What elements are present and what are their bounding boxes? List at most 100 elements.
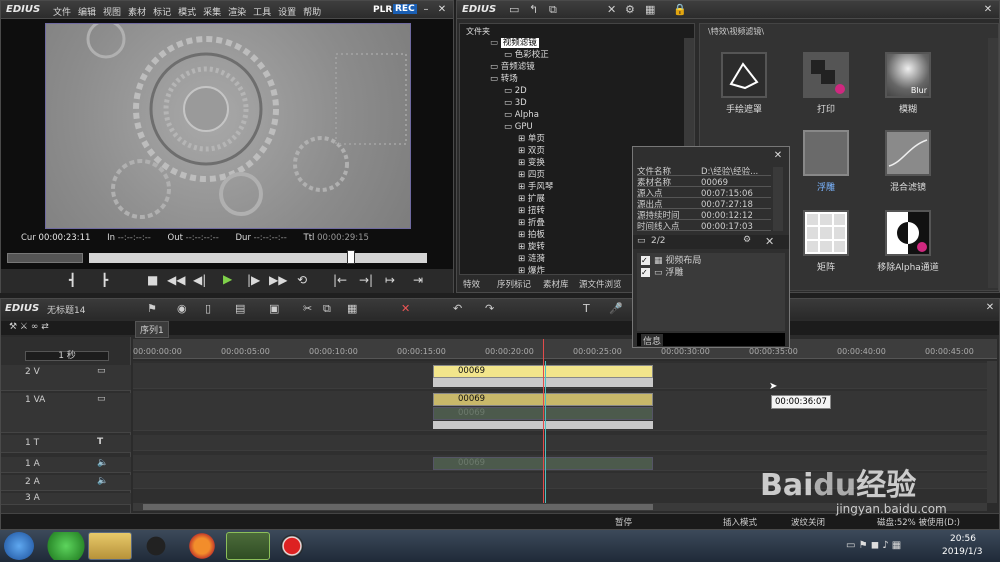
tree-item-alpha[interactable]: ▭ Alpha: [504, 110, 539, 121]
fast-forward-icon[interactable]: ▶▶: [269, 273, 287, 287]
taskbar-recorder[interactable]: [270, 532, 314, 560]
checkbox[interactable]: ✓: [641, 256, 650, 265]
track-lock-icon[interactable]: ▭: [97, 366, 106, 376]
capture-icon[interactable]: ◉: [177, 302, 187, 315]
rec-toggle[interactable]: REC: [393, 4, 417, 14]
loop-icon[interactable]: ⟲: [297, 273, 307, 287]
timeline-ruler[interactable]: 00:00:00:00 00:00:05:00 00:00:10:00 00:0…: [133, 339, 997, 359]
menu-help[interactable]: 帮助: [303, 8, 321, 18]
track-header-1va[interactable]: 1 VA ▭: [1, 393, 131, 433]
scrubber-track[interactable]: [89, 253, 427, 263]
effect-matrix[interactable]: 矩阵: [782, 210, 870, 273]
clock-time[interactable]: 20:56: [950, 534, 976, 544]
tab-effects[interactable]: 特效: [463, 278, 480, 290]
track-header-1t[interactable]: 1 TT: [1, 435, 131, 453]
menu-tools[interactable]: 工具: [253, 8, 271, 18]
track-1t[interactable]: [133, 435, 987, 451]
minimize-icon[interactable]: –: [419, 3, 433, 16]
tray-icons[interactable]: ▭ ⚑ ◼ ♪ ▦: [846, 540, 901, 551]
menu-clip[interactable]: 素材: [128, 8, 146, 18]
scale-control[interactable]: 1 秒: [25, 351, 109, 361]
tree-item-quad-page[interactable]: ⊞ 四页: [518, 170, 545, 181]
tab-sequence-1[interactable]: 序列1: [135, 321, 169, 338]
menu-capture[interactable]: 采集: [203, 8, 221, 18]
shuttle-bar[interactable]: [7, 253, 83, 263]
info-scrollbar[interactable]: [773, 167, 783, 231]
start-button[interactable]: [4, 532, 34, 560]
folder-icon[interactable]: ▭: [509, 3, 519, 16]
mark-in-icon[interactable]: ┫: [69, 273, 76, 287]
tree-item-twist[interactable]: ⊞ 扭转: [518, 206, 545, 217]
tree-item-fold[interactable]: ⊞ 折叠: [518, 218, 545, 229]
track-header-2a[interactable]: 2 A 🔈: [1, 475, 131, 491]
redo-icon[interactable]: ↷: [485, 302, 494, 315]
tree-item-expand[interactable]: ⊞ 扩展: [518, 194, 545, 205]
scrubber-handle[interactable]: [347, 250, 355, 264]
taskbar-app-green[interactable]: [44, 532, 88, 560]
effect-hand-drawn-mask[interactable]: 手绘遮罩: [700, 52, 788, 115]
track-lock-icon[interactable]: ▭: [97, 394, 106, 404]
effect-print[interactable]: 打印: [782, 52, 870, 115]
tree-item-color-correction[interactable]: ▭ 色彩校正: [504, 50, 549, 61]
lock-icon[interactable]: 🔒: [673, 3, 687, 16]
tree-item-3d[interactable]: ▭ 3D: [504, 98, 527, 109]
menu-mode[interactable]: 模式: [178, 8, 196, 18]
filter-item-video-layout[interactable]: ✓ ▦ 视频布局: [637, 255, 785, 267]
menu-file[interactable]: 文件: [53, 8, 71, 18]
step-forward-icon[interactable]: |▶: [247, 273, 260, 287]
filter-delete-icon[interactable]: ✕: [765, 235, 774, 248]
effect-emboss[interactable]: 浮雕: [782, 130, 870, 193]
step-back-icon[interactable]: ◀|: [193, 273, 206, 287]
tree-item-double-page[interactable]: ⊞ 双页: [518, 146, 545, 157]
tree-item-2d[interactable]: ▭ 2D: [504, 86, 527, 97]
stop-icon[interactable]: ■: [147, 273, 158, 287]
copy-icon[interactable]: ⧉: [549, 3, 557, 17]
tree-item-explode[interactable]: ⊞ 爆炸: [518, 266, 545, 274]
audio-record-icon[interactable]: 🎤: [609, 302, 623, 315]
effects-close-icon[interactable]: ✕: [981, 3, 995, 16]
tab-bin[interactable]: 素材库: [543, 278, 569, 290]
close-icon[interactable]: ✕: [435, 3, 449, 16]
track-header-3a[interactable]: 3 A: [1, 493, 131, 505]
track-header-2v[interactable]: 2 V ▭: [1, 365, 131, 391]
menu-view[interactable]: 视图: [103, 8, 121, 18]
info-close-icon[interactable]: ✕: [771, 149, 785, 162]
tree-item-rotate[interactable]: ⊞ 旋转: [518, 242, 545, 253]
taskbar-explorer[interactable]: [88, 532, 132, 560]
tree-item-ripple[interactable]: ⊞ 涟漪: [518, 254, 545, 265]
speaker-icon[interactable]: 🔈: [97, 458, 108, 468]
tree-item-gpu[interactable]: ▭ GPU: [504, 122, 533, 133]
taskbar-qq[interactable]: [134, 532, 178, 560]
playhead[interactable]: [543, 339, 544, 503]
tree-item-transform[interactable]: ⊞ 变换: [518, 158, 545, 169]
effect-grid-scrollbar[interactable]: [988, 38, 998, 288]
mark-out-icon[interactable]: ┣: [101, 273, 108, 287]
tree-item-audio-filters[interactable]: ▭ 音频滤镜: [490, 62, 535, 73]
new-file-icon[interactable]: ▯: [205, 302, 211, 315]
taskbar-edius[interactable]: [226, 532, 270, 560]
insert-to-timeline-icon[interactable]: |←: [333, 273, 347, 287]
menu-edit[interactable]: 编辑: [78, 8, 96, 18]
text-tool-icon[interactable]: T: [583, 302, 590, 315]
timeline-close-icon[interactable]: ✕: [983, 301, 997, 314]
copy-icon[interactable]: ⧉: [323, 302, 331, 316]
replace-icon[interactable]: ↦: [385, 273, 395, 287]
open-icon[interactable]: ▤: [235, 302, 245, 315]
status-insert-mode[interactable]: 插入模式: [723, 516, 757, 528]
cut-icon[interactable]: ✂: [303, 302, 312, 315]
settings-icon[interactable]: ⚙: [625, 3, 635, 16]
paste-icon[interactable]: ▦: [347, 302, 357, 315]
tree-item-clapper[interactable]: ⊞ 拍板: [518, 230, 545, 241]
undo-icon[interactable]: ↶: [453, 302, 462, 315]
tracks-scrollbar[interactable]: [987, 361, 997, 503]
speaker-icon[interactable]: 🔈: [97, 476, 108, 486]
effect-remove-alpha[interactable]: 移除Alpha通道: [864, 210, 952, 273]
filter-settings-icon[interactable]: ⚙: [743, 235, 751, 245]
save-icon[interactable]: ▣: [269, 302, 279, 315]
effect-blur[interactable]: Blur 模糊: [864, 52, 952, 115]
up-folder-icon[interactable]: ↰: [529, 3, 538, 16]
new-sequence-icon[interactable]: ⚑: [147, 302, 157, 315]
tree-item-video-filters[interactable]: ▭ 视频滤镜: [490, 38, 539, 49]
tree-item-accordion[interactable]: ⊞ 手风琴: [518, 182, 553, 193]
status-ripple[interactable]: 波纹关闭: [791, 516, 825, 528]
